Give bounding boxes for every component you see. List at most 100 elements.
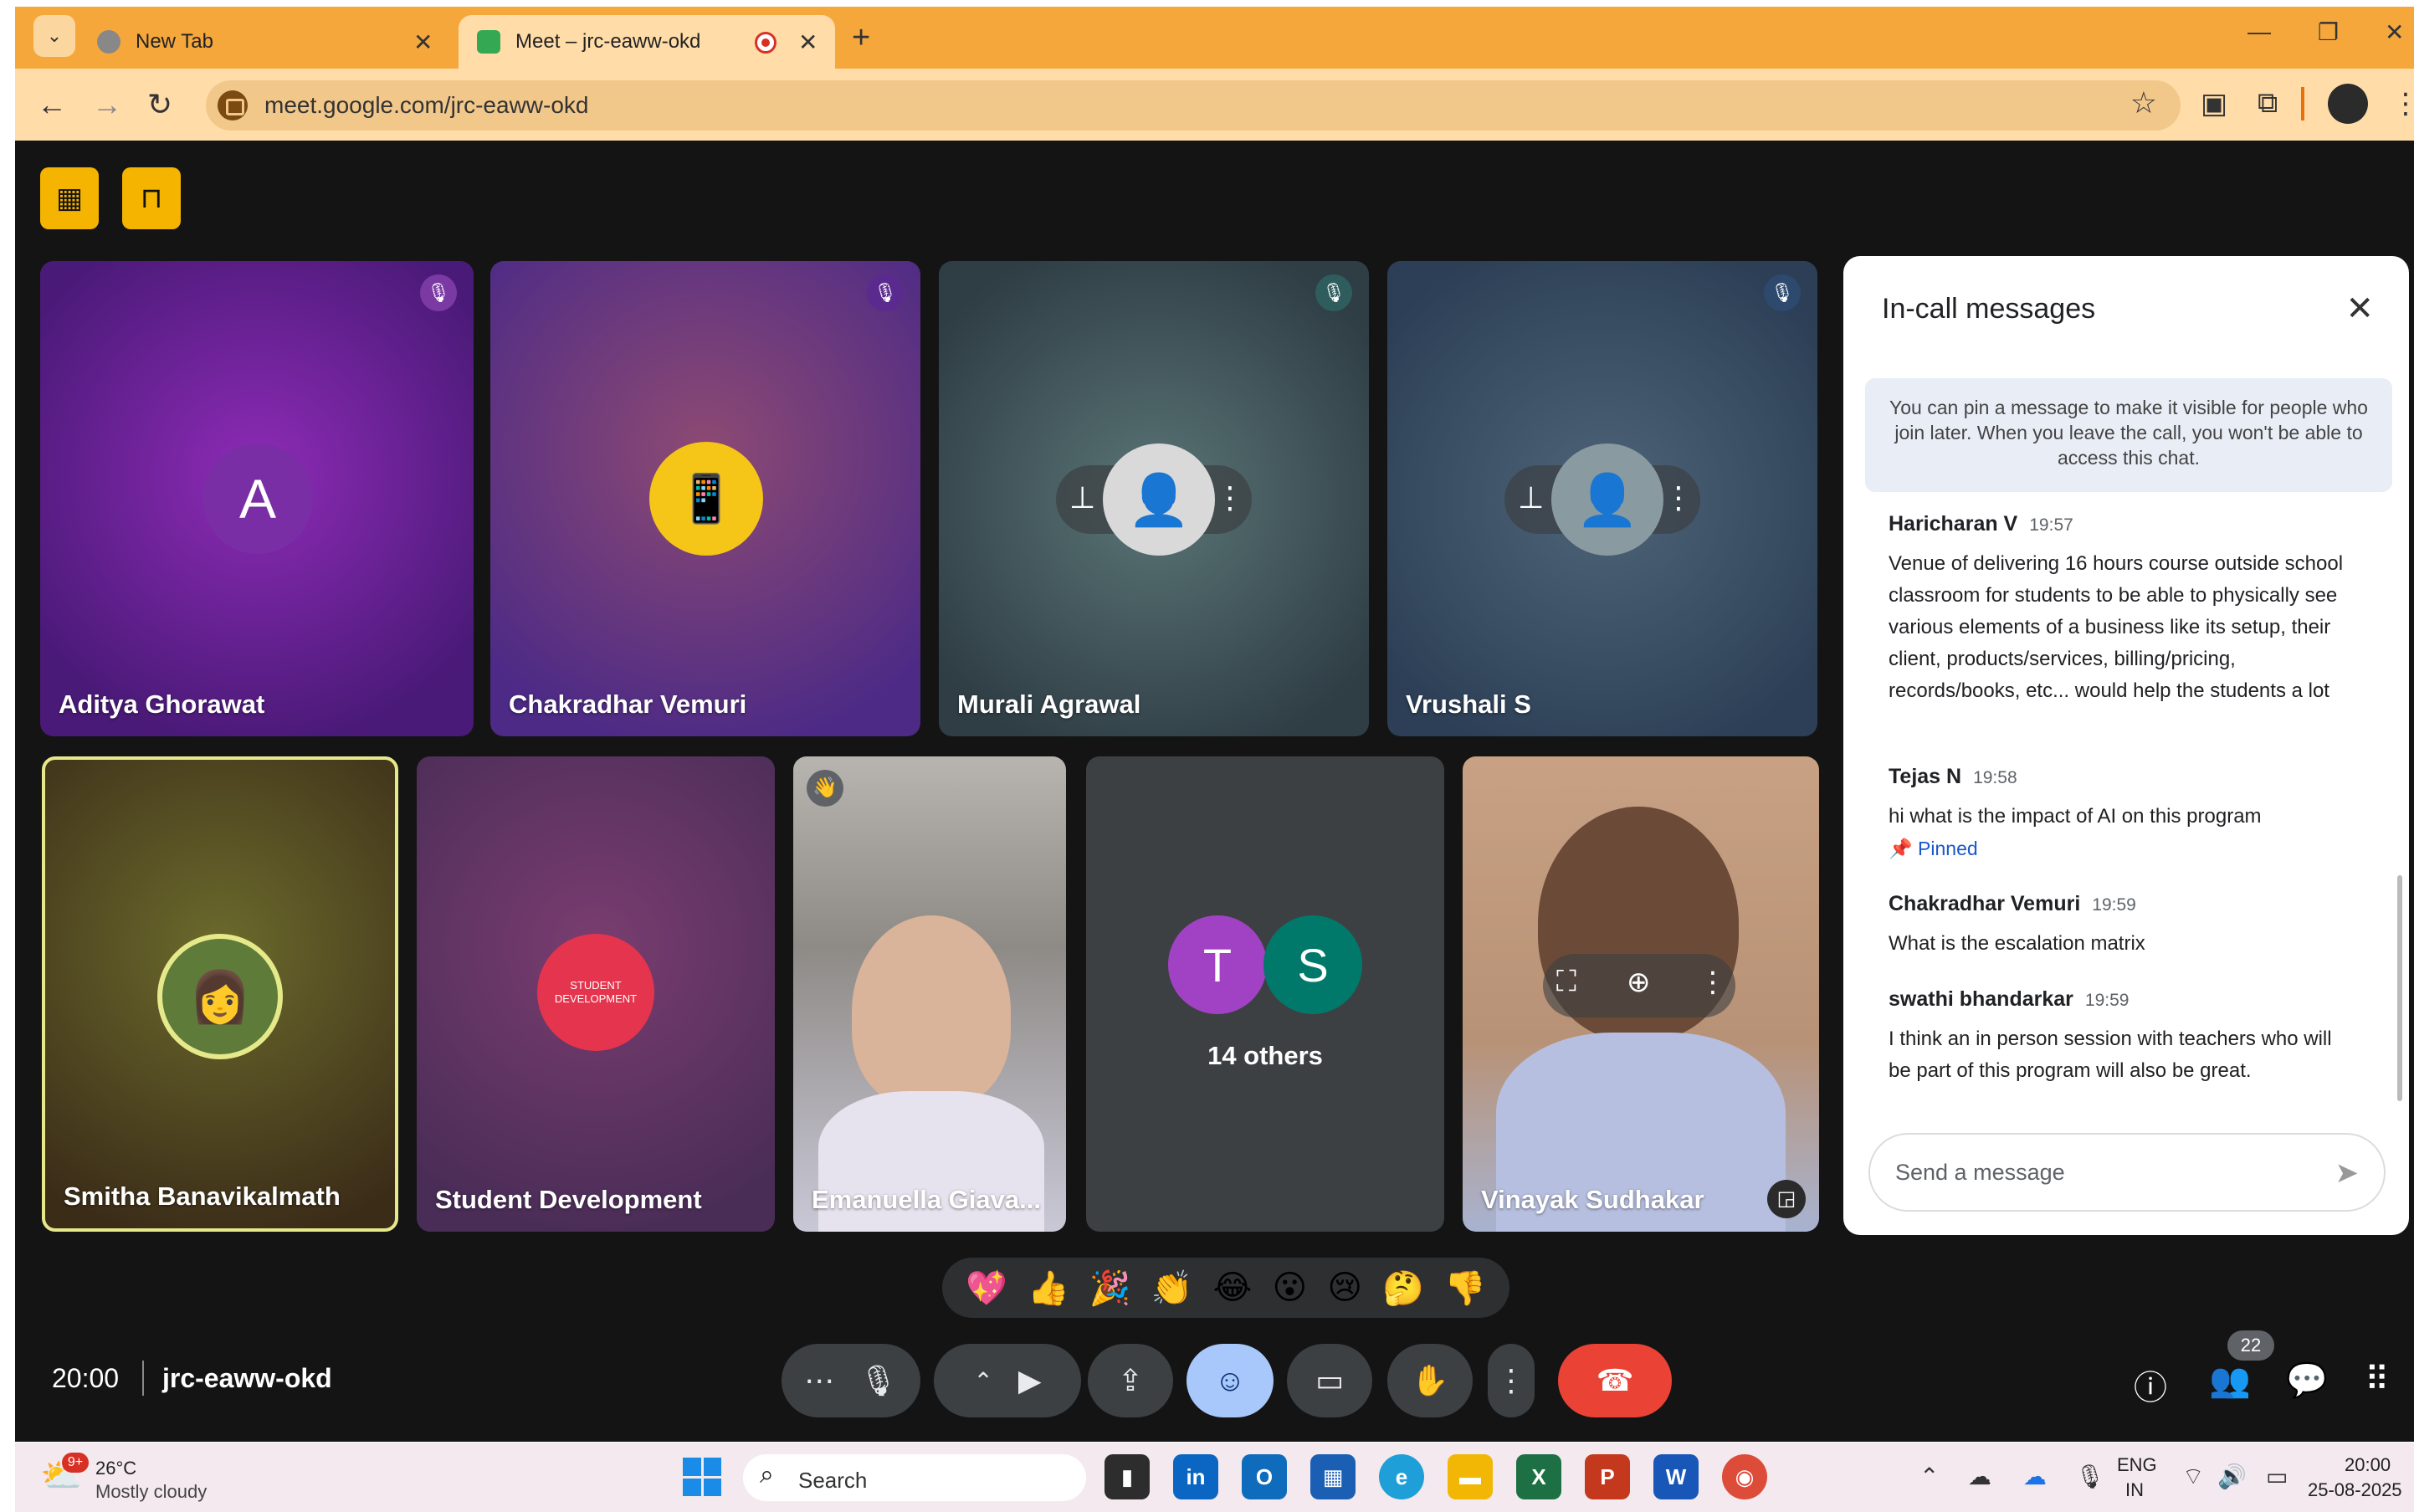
chrome-icon[interactable]: ◉ <box>1722 1454 1767 1499</box>
reactions-button[interactable]: ☺ <box>1186 1344 1274 1417</box>
region-indicator[interactable]: IN <box>2125 1479 2144 1501</box>
more-options-button[interactable]: ⋮ <box>1488 1344 1535 1417</box>
reaction-surprised[interactable]: 😮 <box>1273 1269 1308 1307</box>
tab-new-tab[interactable]: New Tab ✕ <box>90 15 459 69</box>
wifi-icon[interactable]: ⌔ <box>2182 1463 2204 1492</box>
add-person-icon[interactable]: ⊕ <box>1627 966 1651 999</box>
reaction-heart[interactable]: 💖 <box>966 1269 1007 1308</box>
powerpoint-icon[interactable]: P <box>1585 1454 1630 1499</box>
reaction-sad[interactable]: 😢 <box>1327 1269 1362 1307</box>
reaction-thinking[interactable]: 🤔 <box>1382 1269 1424 1308</box>
chat-scrollbar[interactable] <box>2397 875 2402 1101</box>
browser-menu-icon[interactable]: ⋮ <box>2391 87 2414 120</box>
taskbar-search[interactable]: ⌕ Search <box>743 1454 1086 1501</box>
extensions-icon[interactable]: ⧉ <box>2258 87 2278 120</box>
close-icon[interactable]: ✕ <box>2345 290 2374 328</box>
others-tile[interactable]: T S 14 others <box>1086 756 1444 1232</box>
more-options-icon[interactable]: ⋮ <box>1663 480 1694 515</box>
chat-message-input[interactable]: Send a message ➤ <box>1868 1133 2386 1212</box>
more-options-icon[interactable]: ⋮ <box>1215 480 1245 515</box>
address-bar[interactable]: meet.google.com/jrc-eaww-okd ☆ <box>206 80 2181 131</box>
participant-tile[interactable]: 🎙 👤 ⊥ ⋮ Murali Agrawal <box>939 261 1369 736</box>
frame-icon[interactable]: ⛶ <box>1556 966 1576 998</box>
present-screen-button[interactable]: ⇪ <box>1088 1344 1173 1417</box>
participant-tile-video[interactable]: 👋 Emanuella Giava... <box>793 756 1066 1232</box>
file-explorer-icon[interactable]: ▬ <box>1448 1454 1493 1499</box>
chevron-up-icon[interactable]: ⌃ <box>973 1367 992 1395</box>
more-options-icon[interactable]: ⋮ <box>1699 966 1727 999</box>
volume-icon[interactable]: 🔊 <box>2217 1463 2247 1490</box>
edge-icon[interactable]: e <box>1379 1454 1424 1499</box>
participant-tile-video[interactable]: ⛶ ⊕ ⋮ ◲ Vinayak Sudhakar <box>1463 756 1819 1232</box>
task-view-icon[interactable]: ▮ <box>1104 1454 1150 1499</box>
linkedin-icon[interactable]: in <box>1173 1454 1218 1499</box>
microphone-tray-icon[interactable]: 🎙 <box>2075 1463 2105 1490</box>
word-icon[interactable]: W <box>1653 1454 1699 1499</box>
close-tab-icon[interactable]: ✕ <box>413 28 433 56</box>
breakout-room-icon[interactable]: ⊓ <box>122 167 181 229</box>
close-tab-icon[interactable]: ✕ <box>798 28 817 56</box>
taskbar-date[interactable]: 25-08-2025 <box>2308 1479 2402 1501</box>
browser-toolbar: ← → ↻ meet.google.com/jrc-eaww-okd ☆ ▣ ⧉… <box>15 69 2414 141</box>
chat-message: Chakradhar Vemuri 19:59 What is the escal… <box>1889 892 2357 960</box>
people-icon[interactable]: 👥 <box>2209 1361 2251 1400</box>
send-icon[interactable]: ➤ <box>2335 1156 2360 1190</box>
audio-options-icon[interactable]: ⋯ <box>804 1363 834 1398</box>
activities-icon[interactable]: ⠿ <box>2365 1361 2389 1399</box>
reaction-laugh[interactable]: 😂 <box>1213 1269 1253 1307</box>
camera-control[interactable]: ⌃ ▶ <box>934 1344 1081 1417</box>
participant-tile[interactable]: 🎙 📱 Chakradhar Vemuri <box>490 261 920 736</box>
hand-icon: ✋ <box>1411 1363 1449 1397</box>
microphone-control[interactable]: ⋯ 🎙 <box>782 1344 920 1417</box>
raise-hand-button[interactable]: ✋ <box>1387 1344 1473 1417</box>
participant-tile[interactable]: STUDENT DEVELOPMENT Student Development <box>417 756 775 1232</box>
reaction-thumbs-down[interactable]: 👎 <box>1444 1269 1486 1308</box>
excel-icon[interactable]: X <box>1516 1454 1561 1499</box>
captions-button[interactable]: ▭ <box>1287 1344 1372 1417</box>
bookmark-star-icon[interactable]: ☆ <box>2130 85 2157 120</box>
start-button[interactable] <box>683 1458 721 1496</box>
avatar: 👤 <box>1551 443 1663 556</box>
participant-name: Emanuella Giava... <box>812 1185 1041 1214</box>
pin-icon[interactable]: ⊥ <box>1069 480 1095 515</box>
reaction-thumbs-up[interactable]: 👍 <box>1028 1269 1069 1308</box>
minimize-icon[interactable]: — <box>2247 18 2271 45</box>
weather-description[interactable]: Mostly cloudy <box>95 1481 207 1503</box>
site-info-icon[interactable] <box>218 90 248 120</box>
captions-off-icon[interactable]: ▦ <box>40 167 99 229</box>
meeting-details-icon[interactable]: ⓘ <box>2134 1361 2167 1409</box>
language-indicator[interactable]: ENG <box>2117 1454 2157 1476</box>
close-window-icon[interactable]: ✕ <box>2385 18 2404 46</box>
chat-icon[interactable]: 💬 <box>2286 1361 2328 1400</box>
cast-icon[interactable]: ▣ <box>2201 87 2227 120</box>
taskbar-time[interactable]: 20:00 <box>2345 1454 2391 1476</box>
show-hidden-icons-icon[interactable]: ⌃ <box>1919 1463 1939 1490</box>
battery-icon[interactable]: ▭ <box>2266 1463 2288 1490</box>
participant-tile[interactable]: 🎙 👤 ⊥ ⋮ Vrushali S <box>1387 261 1817 736</box>
new-tab-icon[interactable]: + <box>852 20 870 56</box>
leave-call-button[interactable]: ☎ <box>1558 1344 1672 1417</box>
participant-tile[interactable]: 🎙 A Aditya Ghorawat <box>40 261 474 736</box>
pip-icon[interactable]: ◲ <box>1767 1180 1806 1218</box>
forward-icon[interactable]: → <box>92 87 122 122</box>
pin-icon[interactable]: ⊥ <box>1518 480 1544 515</box>
onedrive-blue-icon[interactable]: ☁ <box>2023 1463 2047 1490</box>
mic-icon[interactable]: 🎙 <box>859 1363 898 1398</box>
tab-search-dropdown-button[interactable]: ⌄ <box>33 15 75 57</box>
outlook-icon[interactable]: O <box>1242 1454 1287 1499</box>
onedrive-icon[interactable]: ☁ <box>1968 1463 1991 1490</box>
participant-tile-active-speaker[interactable]: 👩 Smitha Banavikalmath <box>42 756 398 1232</box>
avatar: 👩 <box>157 934 283 1059</box>
profile-avatar[interactable] <box>2328 84 2368 124</box>
tab-meet[interactable]: Meet – jrc-eaww-okd ✕ <box>459 15 835 69</box>
back-icon[interactable]: ← <box>37 87 67 122</box>
reload-icon[interactable]: ↻ <box>147 87 172 122</box>
reaction-clap[interactable]: 👏 <box>1151 1269 1193 1308</box>
camera-icon[interactable]: ▶ <box>1018 1363 1042 1398</box>
store-icon[interactable]: ▦ <box>1310 1454 1356 1499</box>
reaction-party[interactable]: 🎉 <box>1089 1269 1131 1308</box>
present-icon: ⇪ <box>1117 1363 1144 1397</box>
message-sender: Haricharan V <box>1889 512 2018 536</box>
weather-temperature[interactable]: 26°C <box>95 1458 136 1479</box>
restore-icon[interactable]: ❐ <box>2318 18 2339 46</box>
